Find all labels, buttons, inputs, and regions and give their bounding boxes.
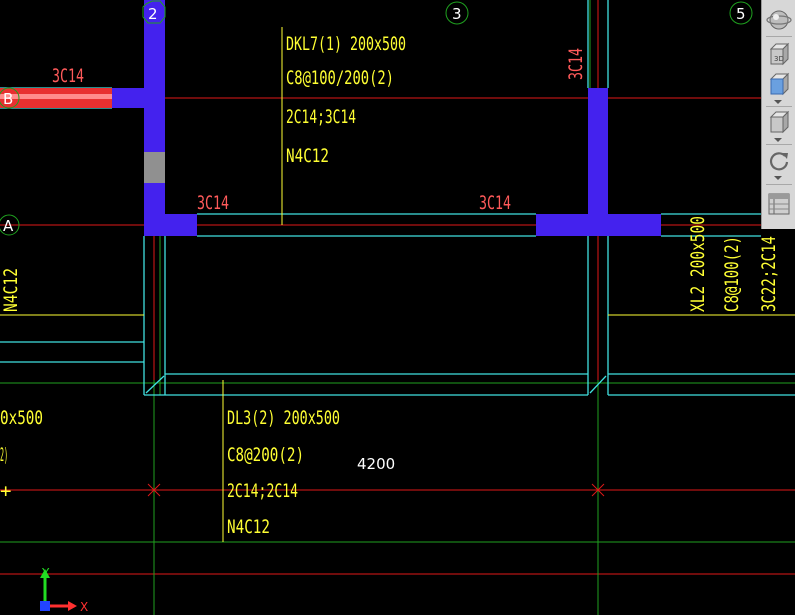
annotation-dl3[interactable]: DL3(2) 200x500 C8@200(2) 2C14;2C14 N4C12 (227, 407, 340, 538)
dl3-side-rebar: N4C12 (227, 516, 270, 538)
xl2-stirrup: C8@100(2) (721, 236, 743, 312)
front-view-dropdown-icon[interactable] (774, 138, 782, 142)
dkl7-stirrup: C8@100/200(2) (286, 67, 394, 89)
beam-axis-b-red-highlight (0, 94, 112, 99)
front-view-icon[interactable] (764, 108, 794, 136)
3d-view-icon[interactable]: 3D (764, 40, 794, 68)
annotation-xl2[interactable]: XL2 200x500 C8@100(2) 3C22;2C14 (687, 216, 780, 312)
rebar-label-b-left: 3C14 (52, 65, 84, 87)
layout-grid-icon[interactable] (764, 190, 794, 218)
dl3-stirrup: C8@200(2) (227, 444, 304, 466)
cad-drawing-canvas[interactable]: 2 3 5 B A DKL7(1) 200x500 C8@100/200(2) … (0, 0, 795, 615)
rebar-label-a-right: 3C14 (479, 192, 511, 214)
grid-bubble-3[interactable]: 3 (445, 1, 469, 25)
column-3[interactable] (588, 88, 608, 236)
grid-label-3: 3 (452, 5, 462, 23)
grid-lines-vertical (153, 0, 599, 615)
top-view-icon[interactable] (764, 70, 794, 98)
ucs-y-label: Y (41, 566, 50, 580)
grid-label-b: B (3, 90, 13, 108)
annotation-dkl7[interactable]: DKL7(1) 200x500 C8@100/200(2) 2C14;3C14 … (286, 33, 406, 167)
beam-end-a-right[interactable] (608, 214, 661, 236)
left-partial-name: 0x500 (0, 407, 43, 429)
beam-end-b-left[interactable] (112, 88, 145, 108)
xl2-name: XL2 200x500 (687, 216, 709, 312)
column-2-gap-gray (144, 152, 165, 183)
ucs-x-label: X (80, 600, 88, 614)
beam-outlines (0, 0, 795, 396)
rebar-label-col3-vertical: 3C14 (565, 48, 587, 80)
rebar-label-a-left: 3C14 (197, 192, 229, 214)
left-partial-stirrup: 2) (0, 444, 8, 466)
left-partial-mark: + (0, 480, 11, 502)
beam-end-a-mid[interactable] (536, 214, 588, 236)
beam-end-a-left[interactable] (144, 214, 197, 236)
dl3-name: DL3(2) 200x500 (227, 407, 340, 429)
dl3-main-rebar: 2C14;2C14 (227, 480, 298, 502)
ucs-icon: Y X (40, 566, 88, 614)
xl2-main-rebar: 3C22;2C14 (758, 236, 780, 312)
rotate-dropdown-icon[interactable] (774, 176, 782, 180)
grid-lines-horizontal (0, 97, 795, 575)
dkl7-name: DKL7(1) 200x500 (286, 33, 406, 55)
grid-label-2: 2 (148, 5, 158, 23)
view-toolbar: 3D (761, 0, 795, 229)
dkl7-side-rebar: N4C12 (286, 145, 329, 167)
grid-label-a: A (3, 217, 14, 235)
orbit-icon[interactable] (764, 6, 794, 34)
left-side-rebar-vertical: N4C12 (0, 268, 22, 312)
annotation-left-partial[interactable]: 0x500 2) + N4C12 (0, 268, 43, 502)
top-view-dropdown-icon[interactable] (774, 100, 782, 104)
rotate-icon[interactable] (764, 146, 794, 174)
dimension-text: 4200 (357, 455, 395, 473)
grid-bubble-5[interactable]: 5 (729, 1, 753, 25)
3d-view-label: 3D (774, 55, 784, 63)
dkl7-main-rebar: 2C14;3C14 (286, 106, 356, 128)
grid-label-5: 5 (736, 5, 746, 23)
